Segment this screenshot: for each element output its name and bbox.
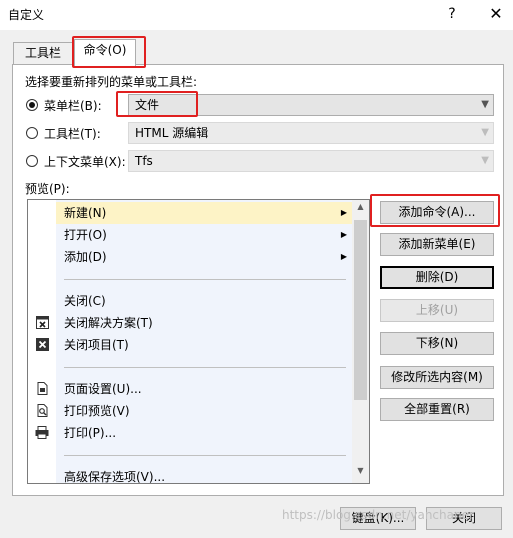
chevron-down-icon: ▼ <box>481 127 489 138</box>
scrollbar-thumb[interactable] <box>354 220 367 400</box>
scroll-down-icon[interactable]: ▼ <box>352 466 369 480</box>
reset-all-button[interactable]: 全部重置(R) <box>380 398 494 421</box>
context-menu-radio[interactable] <box>26 155 38 167</box>
delete-button[interactable]: 删除(D) <box>380 266 494 289</box>
tab-toolbars[interactable]: 工具栏(S) <box>13 42 73 81</box>
list-item-label: 页面设置(U)... <box>64 382 142 396</box>
add-new-menu-button[interactable]: 添加新菜单(E) <box>380 233 494 256</box>
list-item-label: 高级保存选项(V)... <box>64 470 166 484</box>
separator <box>64 279 346 280</box>
move-down-button[interactable]: 下移(N) <box>380 332 494 355</box>
submenu-arrow-icon: ▶ <box>340 208 347 217</box>
list-item-print[interactable]: 打印(P)... <box>56 422 352 444</box>
list-item-add[interactable]: 添加(D) ▶ <box>56 246 352 268</box>
menubar-radio[interactable] <box>26 99 38 111</box>
move-up-button[interactable]: 上移(U) <box>380 299 494 322</box>
tab-commands[interactable]: 命令(O) <box>74 39 136 66</box>
preview-label: 预览(P): <box>25 182 70 196</box>
scroll-up-icon[interactable]: ▲ <box>352 202 369 216</box>
list-item-label: 新建(N) <box>64 206 107 220</box>
close-project-icon <box>35 338 49 352</box>
separator <box>64 455 346 456</box>
submenu-arrow-icon: ▶ <box>340 230 347 239</box>
preview-list[interactable]: 新建(N) ▶ 打开(O) ▶ 添加(D) ▶ 关闭(C) 关闭解决方案(T) … <box>27 199 370 484</box>
vertical-scrollbar[interactable]: ▲ ▼ <box>352 200 369 483</box>
separator <box>64 367 346 368</box>
context-menu-combo-value: Tfs <box>135 154 153 168</box>
list-item-label: 打开(O) <box>64 228 107 242</box>
print-preview-icon <box>35 404 49 418</box>
menubar-combo-value: 文件 <box>135 98 160 112</box>
watermark: https://blog.csdn.net/yanchaner <box>282 508 474 522</box>
list-item-label: 打印预览(V) <box>64 404 130 418</box>
close-window-button[interactable]: ✕ <box>484 2 508 26</box>
menubar-label: 菜单栏(B): <box>44 99 102 113</box>
list-item-label: 关闭项目(T) <box>64 338 129 352</box>
chevron-down-icon: ▼ <box>481 99 489 110</box>
toolbar-label: 工具栏(T): <box>44 127 101 141</box>
modify-selection-button[interactable]: 修改所选内容(M) <box>380 366 494 389</box>
list-item-close-project[interactable]: 关闭项目(T) <box>56 334 352 356</box>
context-menu-combo[interactable]: Tfs ▼ <box>128 150 494 172</box>
list-item-advanced-save[interactable]: 高级保存选项(V)... <box>56 466 352 484</box>
menubar-combo[interactable]: 文件 ▼ <box>128 94 494 116</box>
printer-icon <box>35 426 49 440</box>
add-command-button[interactable]: 添加命令(A)... <box>380 201 494 224</box>
page-setup-icon <box>35 382 49 396</box>
list-item-close[interactable]: 关闭(C) <box>56 290 352 312</box>
list-item-new[interactable]: 新建(N) ▶ <box>56 202 352 224</box>
toolbar-combo[interactable]: HTML 源编辑 ▼ <box>128 122 494 144</box>
context-menu-label: 上下文菜单(X): <box>44 155 126 169</box>
section-label: 选择要重新排列的菜单或工具栏: <box>25 75 198 89</box>
list-item-page-setup[interactable]: 页面设置(U)... <box>56 378 352 400</box>
list-item-print-preview[interactable]: 打印预览(V) <box>56 400 352 422</box>
toolbar-combo-value: HTML 源编辑 <box>135 126 209 140</box>
title-bar <box>0 0 513 30</box>
list-item-open[interactable]: 打开(O) ▶ <box>56 224 352 246</box>
window-title: 自定义 <box>8 8 45 22</box>
list-item-label: 打印(P)... <box>64 426 117 440</box>
toolbar-radio[interactable] <box>26 127 38 139</box>
list-item-close-solution[interactable]: 关闭解决方案(T) <box>56 312 352 334</box>
list-item-label: 关闭(C) <box>64 294 106 308</box>
chevron-down-icon: ▼ <box>481 155 489 166</box>
help-button[interactable]: ? <box>440 2 464 26</box>
submenu-arrow-icon: ▶ <box>340 252 347 261</box>
close-solution-icon <box>35 316 49 330</box>
list-item-label: 添加(D) <box>64 250 107 264</box>
list-item-label: 关闭解决方案(T) <box>64 316 153 330</box>
